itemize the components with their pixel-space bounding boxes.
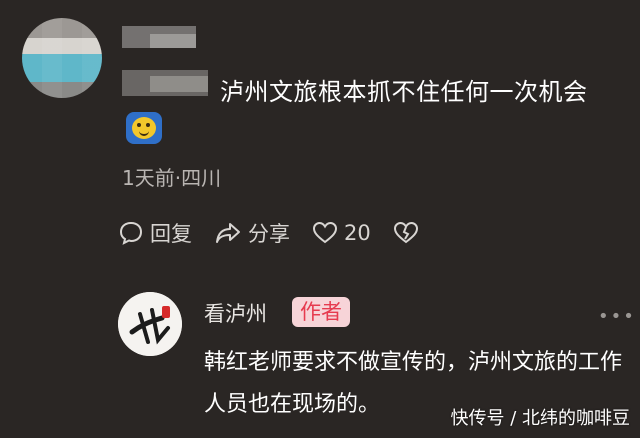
reply-label: 回复	[150, 222, 192, 246]
grinning-face-emoji-icon	[126, 112, 162, 144]
like-button[interactable]: 20	[312, 221, 371, 245]
comment-actions: 回复 分享 20	[118, 218, 419, 248]
share-label: 分享	[248, 222, 290, 246]
comment-text: 泸州文旅根本抓不住任何一次机会	[220, 78, 588, 106]
author-badge: 作者	[292, 297, 350, 327]
broken-heart-icon	[393, 221, 419, 245]
blurred-username-detail	[150, 34, 196, 48]
author-avatar[interactable]	[118, 292, 182, 356]
reply-icon	[118, 220, 144, 246]
share-icon	[214, 220, 242, 246]
more-dots-icon[interactable]: •••	[598, 306, 636, 327]
blurred-avatar[interactable]	[22, 18, 102, 98]
like-count: 20	[344, 221, 371, 245]
emoji-face	[132, 117, 156, 139]
reply-button[interactable]: 回复	[118, 218, 192, 248]
author-name[interactable]: 看泸州	[204, 298, 267, 328]
watermark: 快传号 / 北纬的咖啡豆	[450, 408, 630, 429]
dislike-button[interactable]	[393, 221, 419, 245]
heart-icon	[312, 221, 338, 245]
comment-meta: 1天前·四川	[122, 166, 222, 190]
share-button[interactable]: 分享	[214, 218, 290, 248]
blurred-comment-prefix-detail	[150, 76, 208, 92]
